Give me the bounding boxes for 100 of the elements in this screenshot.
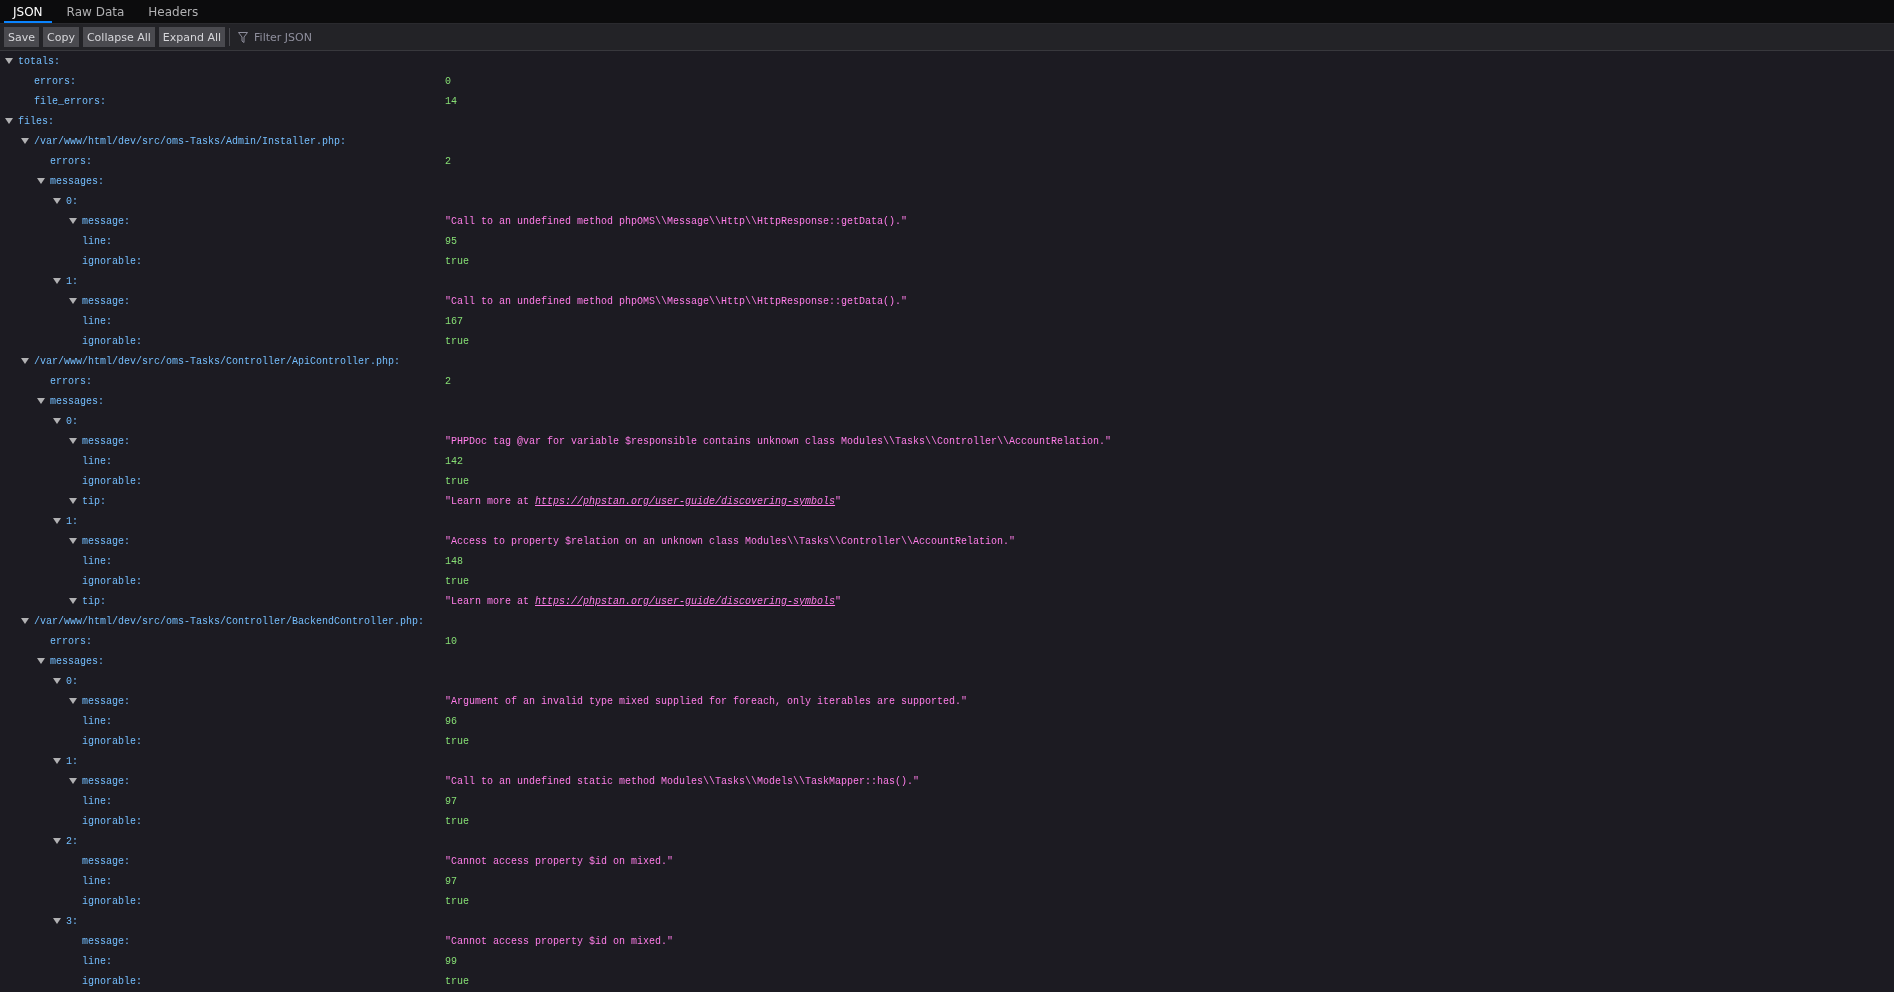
expanded-triangle-icon[interactable]	[53, 838, 61, 844]
expanded-triangle-icon[interactable]	[69, 498, 77, 504]
json-value: "Call to an undefined method phpOMS\\Message\\Http\\HttpResponse::getData()."	[445, 295, 908, 307]
json-key: 0:	[66, 195, 78, 207]
json-key: message:	[82, 215, 130, 227]
json-value: 97	[445, 795, 457, 807]
json-key: messages:	[50, 175, 104, 187]
expanded-triangle-icon[interactable]	[53, 418, 61, 424]
expanded-triangle-icon[interactable]	[53, 758, 61, 764]
json-key: line:	[82, 555, 112, 567]
json-value: true	[445, 575, 469, 587]
json-key: messages:	[50, 395, 104, 407]
toolbar-button[interactable]: Expand All	[158, 27, 226, 47]
expanded-triangle-icon[interactable]	[53, 278, 61, 284]
tab[interactable]: Headers	[139, 0, 208, 23]
json-value: true	[445, 475, 469, 487]
json-key: message:	[82, 535, 130, 547]
json-key: message:	[82, 775, 130, 787]
json-key: ignorable:	[82, 815, 142, 827]
json-value: 14	[445, 95, 457, 107]
json-key: 1:	[66, 275, 78, 287]
json-key: 0:	[66, 675, 78, 687]
json-value: true	[445, 335, 469, 347]
json-value: 0	[445, 75, 451, 87]
expanded-triangle-icon[interactable]	[37, 398, 45, 404]
expanded-triangle-icon[interactable]	[53, 198, 61, 204]
json-value: 10	[445, 635, 457, 647]
filter-field[interactable]: Filter JSON	[252, 29, 517, 45]
filter-icon	[238, 31, 249, 43]
expanded-triangle-icon[interactable]	[69, 778, 77, 784]
expanded-triangle-icon[interactable]	[37, 658, 45, 664]
tab[interactable]: Raw Data	[57, 0, 134, 23]
json-value: "Argument of an invalid type mixed supplied for foreach, only iterables are supported."	[445, 695, 968, 707]
json-value: true	[445, 255, 469, 267]
json-key: errors:	[50, 375, 92, 387]
expanded-triangle-icon[interactable]	[37, 178, 45, 184]
expanded-triangle-icon[interactable]	[21, 618, 29, 624]
json-key: tip:	[82, 495, 106, 507]
json-key: message:	[82, 295, 130, 307]
json-key: message:	[82, 695, 130, 707]
json-key: file_errors:	[34, 95, 106, 107]
json-value: "Call to an undefined method phpOMS\\Message\\Http\\HttpResponse::getData()."	[445, 215, 908, 227]
json-key: 2:	[66, 835, 78, 847]
expanded-triangle-icon[interactable]	[69, 298, 77, 304]
expanded-triangle-icon[interactable]	[69, 598, 77, 604]
json-value: true	[445, 735, 469, 747]
json-value: "Cannot access property $id on mixed."	[445, 855, 674, 867]
json-value: true	[445, 975, 469, 987]
json-key: message:	[82, 435, 130, 447]
expanded-triangle-icon[interactable]	[21, 358, 29, 364]
json-value: "Learn more at https://phpstan.org/user-guide/discovering-symbols"	[445, 595, 842, 607]
json-key: ignorable:	[82, 335, 142, 347]
tab[interactable]: JSON	[4, 0, 52, 23]
json-key: line:	[82, 455, 112, 467]
json-key: ignorable:	[82, 895, 142, 907]
url-link[interactable]: https://phpstan.org/user-guide/discovering-symbols	[535, 495, 836, 507]
json-value: 97	[445, 875, 457, 887]
json-value: "Call to an undefined static method Modules\\Tasks\\Models\\TaskMapper::has()."	[445, 775, 920, 787]
json-value: "PHPDoc tag @var for variable $responsible contains unknown class Modules\\Tasks\\Controller\\AccountRelation."	[445, 435, 1112, 447]
json-key: 1:	[66, 755, 78, 767]
expanded-triangle-icon[interactable]	[69, 538, 77, 544]
toolbar-button[interactable]: Save	[4, 27, 39, 47]
json-value: 167	[445, 315, 463, 327]
json-key: messages:	[50, 655, 104, 667]
json-key: ignorable:	[82, 255, 142, 267]
expanded-triangle-icon[interactable]	[69, 218, 77, 224]
json-key: message:	[82, 935, 130, 947]
json-key: errors:	[50, 635, 92, 647]
json-key: ignorable:	[82, 475, 142, 487]
json-value: true	[445, 895, 469, 907]
toolbar-button[interactable]: Copy	[43, 27, 79, 47]
json-key: /var/www/html/dev/src/oms-Tasks/Admin/Installer.php:	[34, 135, 347, 147]
expanded-triangle-icon[interactable]	[5, 118, 13, 124]
json-key: 0:	[66, 415, 78, 427]
expanded-triangle-icon[interactable]	[69, 698, 77, 704]
json-value: 148	[445, 555, 463, 567]
json-key: line:	[82, 875, 112, 887]
json-key: line:	[82, 955, 112, 967]
json-key: line:	[82, 315, 112, 327]
json-key: ignorable:	[82, 975, 142, 987]
expanded-triangle-icon[interactable]	[21, 138, 29, 144]
json-key: line:	[82, 715, 112, 727]
toolbar-button[interactable]: Collapse All	[82, 27, 155, 47]
expanded-triangle-icon[interactable]	[53, 678, 61, 684]
json-key: errors:	[34, 75, 76, 87]
json-value: 2	[445, 155, 451, 167]
url-link[interactable]: https://phpstan.org/user-guide/discovering-symbols	[535, 595, 836, 607]
json-key: /var/www/html/dev/src/oms-Tasks/Controller/ApiController.php:	[34, 355, 401, 367]
expanded-triangle-icon[interactable]	[53, 918, 61, 924]
json-key: tip:	[82, 595, 106, 607]
json-value: "Cannot access property $id on mixed."	[445, 935, 674, 947]
json-value: 95	[445, 235, 457, 247]
expanded-triangle-icon[interactable]	[69, 438, 77, 444]
json-key: ignorable:	[82, 575, 142, 587]
json-value: 2	[445, 375, 451, 387]
json-value: "Learn more at https://phpstan.org/user-guide/discovering-symbols"	[445, 495, 842, 507]
expanded-triangle-icon[interactable]	[53, 518, 61, 524]
json-key: totals:	[18, 55, 60, 67]
json-key: ignorable:	[82, 735, 142, 747]
expanded-triangle-icon[interactable]	[5, 58, 13, 64]
